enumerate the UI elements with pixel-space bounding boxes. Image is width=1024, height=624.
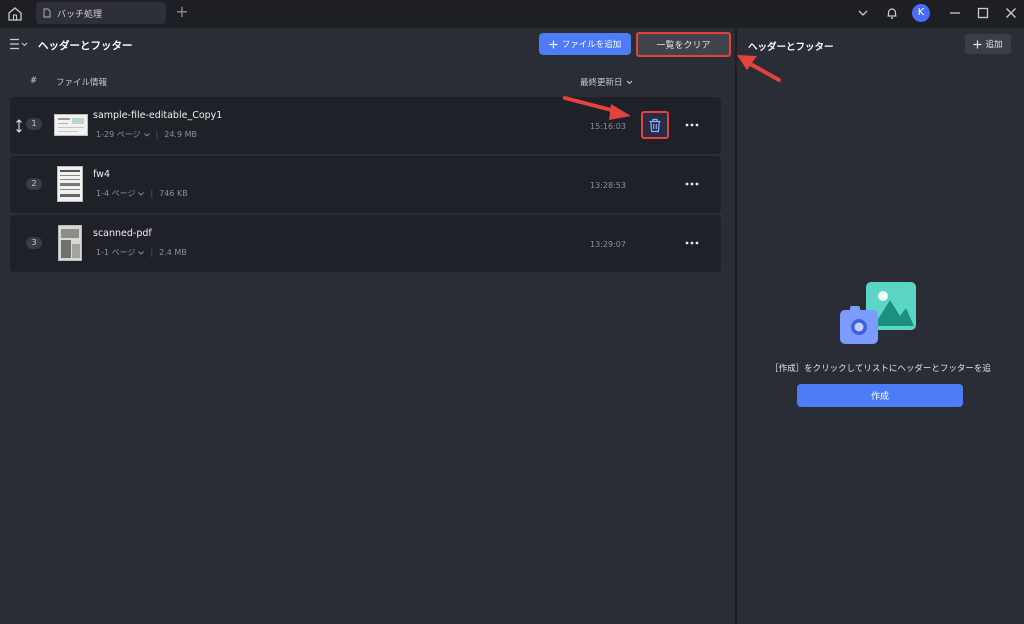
empty-state-message: ［作成］をクリックしてリストにヘッダーとフッターを追 (770, 364, 991, 374)
menu-icon[interactable] (9, 38, 29, 50)
avatar[interactable]: K (912, 4, 930, 22)
close-icon[interactable] (1004, 6, 1018, 20)
file-row[interactable]: 2 fw4 1-4 ページ | 746 KB 13:28:53 (10, 156, 721, 213)
more-options-icon[interactable] (684, 240, 700, 246)
row-index: 3 (26, 237, 42, 249)
bell-icon[interactable] (885, 6, 899, 20)
column-last-modified-label: 最終更新日 (580, 78, 623, 88)
minimize-icon[interactable] (948, 6, 962, 20)
add-button[interactable]: 追加 (965, 34, 1011, 54)
annotation-arrow-icon (563, 96, 631, 120)
page-range[interactable]: 1-1 ページ (96, 247, 135, 258)
delete-button[interactable] (641, 111, 669, 139)
file-row[interactable]: 3 scanned-pdf 1-1 ページ | 2.4 MB 13:29:07 (10, 215, 721, 272)
column-index: # (30, 76, 38, 86)
create-button[interactable]: 作成 (797, 384, 963, 407)
file-name: sample-file-editable_Copy1 (93, 110, 223, 121)
title-bar: バッチ処理 + K (0, 0, 1024, 28)
tab-batch-process[interactable]: バッチ処理 (36, 2, 166, 24)
home-icon[interactable] (6, 5, 24, 23)
file-thumbnail (58, 225, 82, 261)
file-size: 24.9 MB (164, 130, 197, 139)
file-name: scanned-pdf (93, 228, 152, 239)
column-last-modified[interactable]: 最終更新日 (580, 76, 633, 88)
trash-icon (649, 118, 661, 132)
add-file-button[interactable]: ファイルを追加 (539, 33, 631, 55)
file-name: fw4 (93, 169, 110, 180)
right-panel-title: ヘッダーとフッター (748, 42, 834, 53)
file-meta: 1-4 ページ | 746 KB (96, 188, 188, 199)
plus-icon (973, 40, 982, 48)
more-options-icon[interactable] (684, 122, 700, 128)
tab-label: バッチ処理 (57, 9, 103, 20)
row-index: 1 (26, 118, 42, 130)
new-tab-icon[interactable]: + (175, 4, 189, 20)
plus-icon (549, 40, 558, 48)
sort-chevron-icon (626, 80, 632, 84)
add-file-label: ファイルを追加 (561, 40, 622, 50)
chevron-down-icon (138, 250, 145, 255)
clear-list-button[interactable]: 一覧をクリア (636, 32, 731, 57)
page-title: ヘッダーとフッター (38, 40, 133, 52)
file-thumbnail (57, 166, 83, 202)
chevron-down-icon (143, 132, 150, 137)
row-index: 2 (26, 178, 42, 190)
column-file-info: ファイル情報 (56, 78, 108, 88)
chevron-down-icon (138, 191, 145, 196)
more-options-icon[interactable] (684, 181, 700, 187)
file-size: 2.4 MB (159, 248, 187, 257)
chevron-down-icon[interactable] (856, 6, 870, 20)
maximize-icon[interactable] (976, 6, 990, 20)
annotation-arrow-icon (737, 55, 781, 82)
file-meta: 1-29 ページ | 24.9 MB (96, 129, 197, 140)
modified-time: 13:28:53 (590, 181, 626, 190)
page-range[interactable]: 1-4 ページ (96, 188, 135, 199)
drag-handle-icon[interactable] (15, 119, 23, 133)
modified-time: 15:16:03 (590, 122, 626, 131)
add-label: 追加 (985, 40, 1003, 50)
document-icon (43, 8, 51, 18)
main-header: ヘッダーとフッター ファイルを追加 一覧をクリア (0, 28, 736, 62)
file-size: 746 KB (159, 189, 188, 198)
page-range[interactable]: 1-29 ページ (96, 129, 141, 140)
modified-time: 13:29:07 (590, 240, 626, 249)
file-thumbnail (54, 114, 88, 136)
image-camera-illustration-icon (840, 282, 916, 344)
file-meta: 1-1 ページ | 2.4 MB (96, 247, 187, 258)
panel-divider (735, 28, 737, 624)
